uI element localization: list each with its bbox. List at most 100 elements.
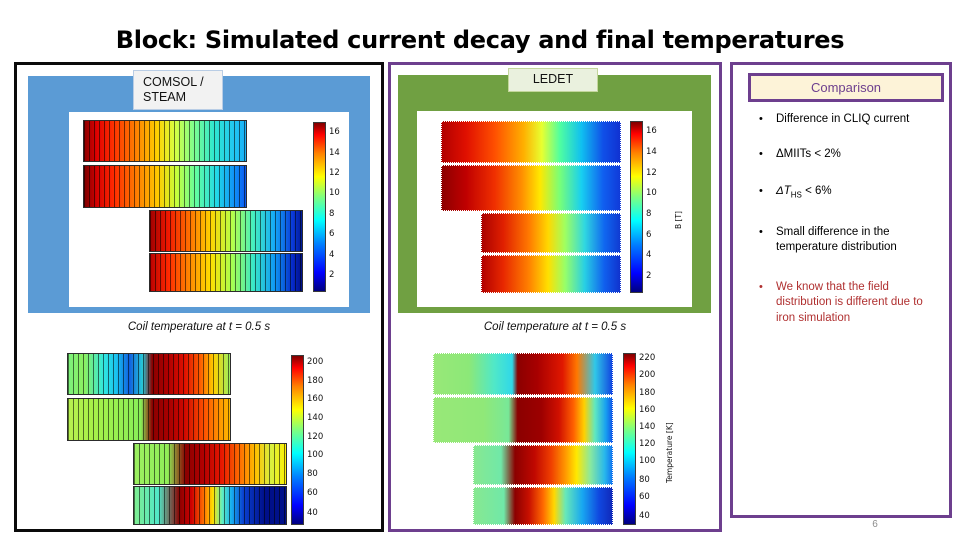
ledet-caption: Coil temperature at t = 0.5 s (483, 321, 627, 333)
bullet-text: We know that the field distribution is d… (776, 280, 923, 324)
bullet-dot: • (759, 113, 763, 125)
tick-8: 8 (329, 208, 335, 219)
tick-80: 80 (639, 475, 650, 486)
colorbar-ledet-field: 16 14 12 10 8 6 4 2 B [T] (630, 121, 683, 293)
tick-180: 180 (639, 387, 656, 398)
chart-comsol-temperature: 200 180 160 140 120 100 80 60 40 (47, 347, 377, 529)
tab-comsol-steam[interactable]: COMSOL / STEAM (133, 70, 223, 110)
temp-band-3 (133, 443, 287, 485)
colorbar-ticks: 16 14 12 10 8 6 4 2 (646, 121, 686, 293)
temp-band-4 (473, 487, 613, 525)
tick-2: 2 (646, 270, 652, 281)
list-item: • ΔMIITs < 2% (748, 147, 944, 163)
list-item: • We know that the field distribution is… (748, 280, 944, 327)
tick-40: 40 (307, 508, 318, 519)
tab-comsol-line2: STEAM (143, 90, 187, 104)
panel-ledet: 16 14 12 10 8 6 4 2 B [T] Coil temperatu… (388, 62, 722, 532)
bullet-dot: • (759, 280, 763, 293)
colorbar-gradient (291, 355, 304, 525)
tick-160: 160 (307, 394, 324, 405)
field-band-4 (149, 253, 303, 292)
field-band-2 (441, 165, 621, 211)
tick-60: 60 (307, 487, 318, 498)
tick-200: 200 (639, 370, 656, 381)
page-title: Block: Simulated current decay and final… (115, 26, 845, 54)
temp-band-1 (433, 353, 613, 395)
colorbar-gradient (630, 121, 643, 293)
tick-2: 2 (329, 270, 335, 280)
colorbar-gradient (623, 353, 636, 525)
tab-comsol-line1: COMSOL / (143, 75, 204, 89)
bullet-text: Small difference in the temperature dist… (776, 225, 897, 254)
list-item: • Difference in CLIQ current (748, 112, 944, 128)
tick-10: 10 (646, 188, 657, 199)
field-band-1 (441, 121, 621, 163)
bullet-dot: • (759, 225, 763, 238)
bullet-text: ΔTHS < 6% (776, 185, 832, 200)
tick-100: 100 (307, 450, 324, 461)
temp-band-2 (433, 397, 613, 443)
page-number: 6 (872, 519, 878, 530)
tick-40: 40 (639, 511, 650, 522)
field-band-2 (83, 165, 247, 208)
comsol-field-blocks (83, 120, 303, 292)
tick-4: 4 (329, 249, 335, 260)
comparison-bullet-list: • Difference in CLIQ current • ΔMIITs < … (748, 112, 944, 345)
tick-180: 180 (307, 375, 324, 386)
ledet-temp-blocks (433, 353, 613, 525)
panel-comsol-steam: 16 14 12 10 8 6 4 2 Coil temperature at … (14, 62, 384, 532)
tick-60: 60 (639, 492, 650, 503)
bullet-dot: • (759, 147, 763, 160)
field-band-4 (481, 255, 621, 293)
comsol-caption: Coil temperature at t = 0.5 s (127, 321, 271, 333)
tick-12: 12 (329, 168, 340, 178)
field-band-3 (149, 210, 303, 252)
ledet-field-blocks (441, 121, 621, 293)
colorbar-comsol-temperature: 200 180 160 140 120 100 80 60 40 (291, 355, 323, 525)
tick-120: 120 (307, 431, 324, 442)
chart-comsol-field: 16 14 12 10 8 6 4 2 (69, 112, 349, 307)
bullet-text: ΔMIITs < 2% (776, 147, 841, 160)
field-band-3 (481, 213, 621, 253)
tick-4: 4 (646, 250, 652, 261)
temp-band-1 (67, 353, 231, 395)
tick-6: 6 (329, 229, 335, 240)
tick-160: 160 (639, 404, 656, 415)
tick-12: 12 (646, 167, 657, 178)
temp-band-4 (133, 486, 287, 525)
bullet-text: Difference in CLIQ current (776, 113, 910, 125)
tick-220: 220 (639, 353, 656, 364)
tick-200: 200 (307, 356, 324, 367)
chart-ledet-field: 16 14 12 10 8 6 4 2 B [T] (417, 111, 692, 307)
tick-140: 140 (639, 421, 656, 432)
temp-band-2 (67, 398, 231, 441)
tick-14: 14 (329, 147, 340, 158)
bullet-dot: • (759, 185, 763, 197)
tick-100: 100 (639, 456, 656, 467)
tab-ledet[interactable]: LEDET (508, 68, 598, 92)
colorbar-ticks: 16 14 12 10 8 6 4 2 (329, 122, 349, 292)
tick-16: 16 (646, 126, 657, 137)
tick-140: 140 (307, 412, 324, 423)
tick-6: 6 (646, 229, 652, 240)
temp-band-3 (473, 445, 613, 485)
colorbar-axis-label: B [T] (674, 211, 683, 229)
list-item: • Small difference in the temperature di… (748, 225, 944, 256)
tick-16: 16 (329, 127, 340, 138)
tick-8: 8 (646, 208, 652, 219)
colorbar-axis-label: Temperature [K] (665, 422, 674, 483)
tick-80: 80 (307, 469, 318, 479)
tick-120: 120 (639, 439, 656, 450)
slide-root: Block: Simulated current decay and final… (0, 0, 960, 540)
colorbar-comsol-field: 16 14 12 10 8 6 4 2 (313, 122, 340, 292)
comsol-temp-blocks (67, 353, 287, 525)
list-item: • ΔTHS < 6% (748, 184, 944, 203)
comparison-header: Comparison (748, 73, 944, 102)
chart-ledet-temperature: 220 200 180 160 140 120 100 80 60 40 Tem… (411, 347, 719, 529)
tick-10: 10 (329, 188, 340, 199)
tick-14: 14 (646, 146, 657, 157)
field-band-1 (83, 120, 247, 162)
colorbar-ledet-temperature: 220 200 180 160 140 120 100 80 60 40 Tem… (623, 353, 674, 525)
colorbar-ticks: 200 180 160 140 120 100 80 60 40 (307, 355, 347, 525)
colorbar-gradient (313, 122, 326, 292)
